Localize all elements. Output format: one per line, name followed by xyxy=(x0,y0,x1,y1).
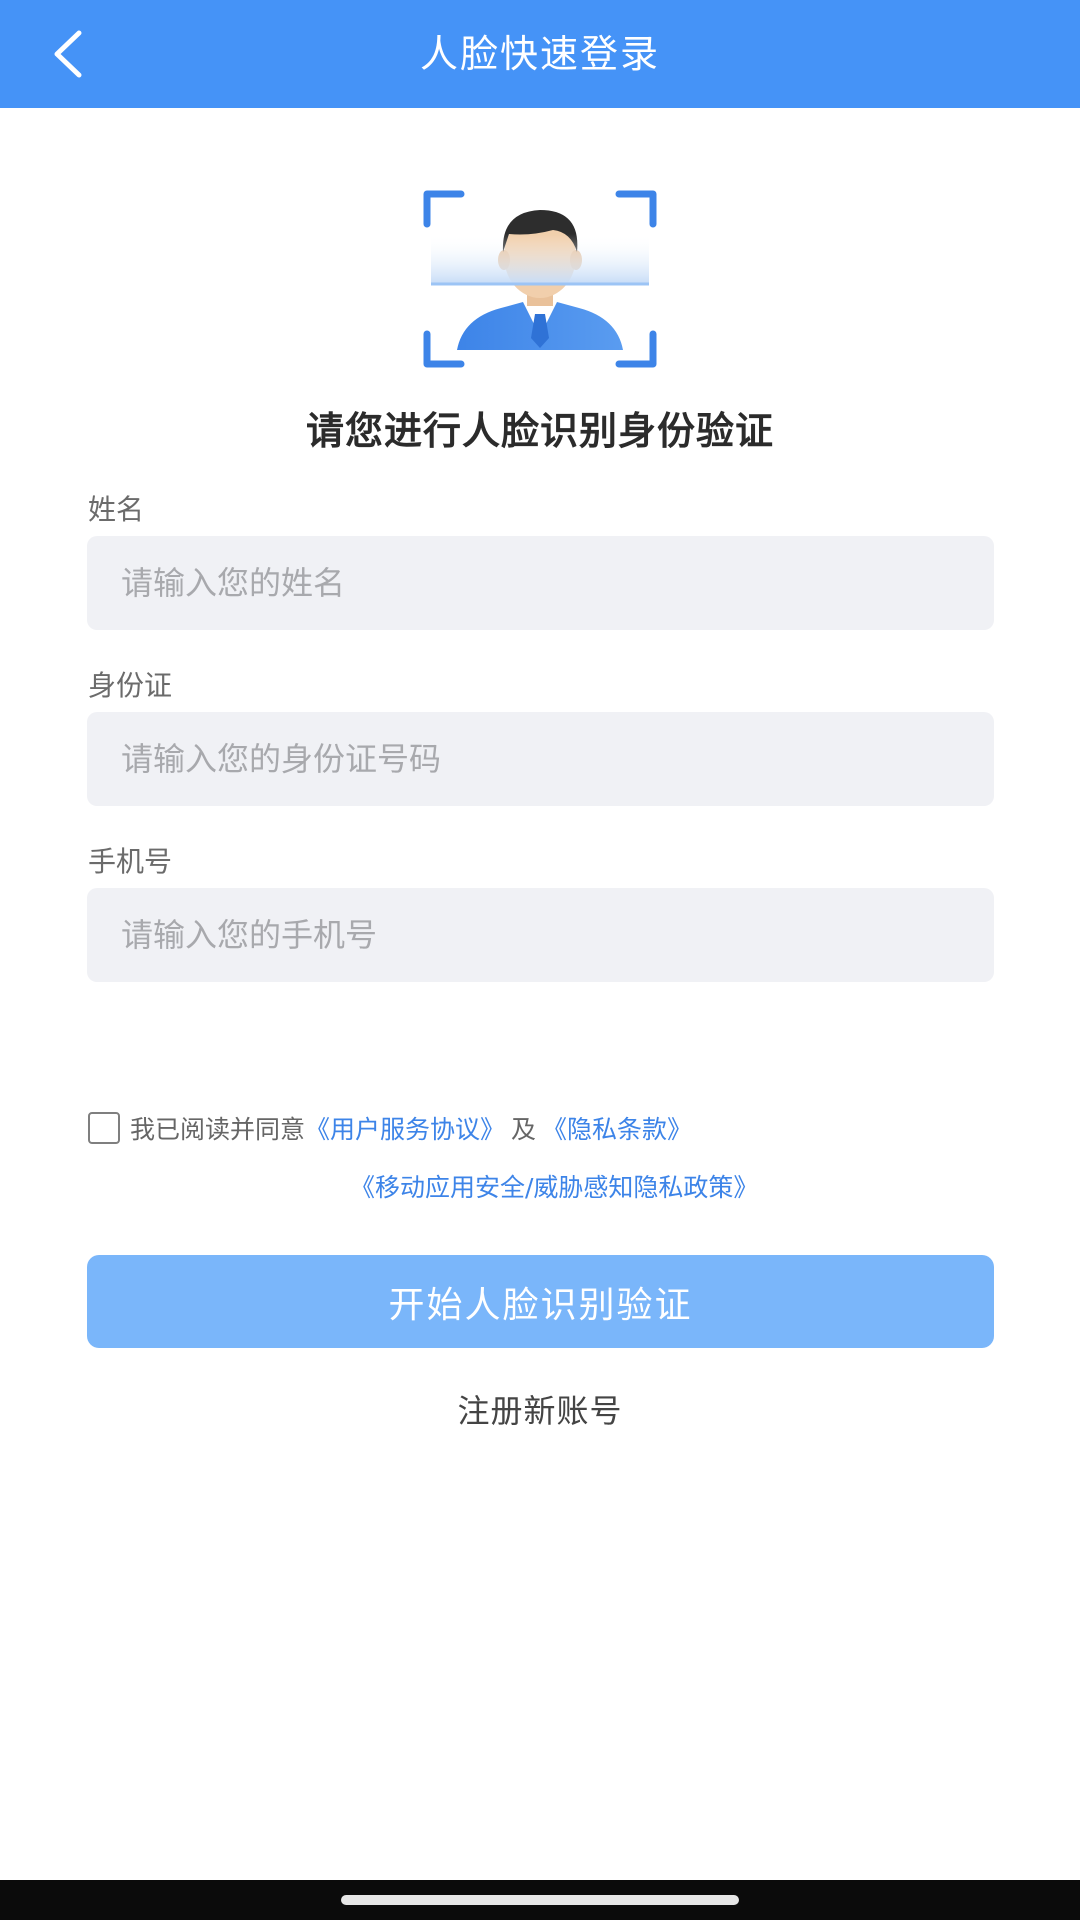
id-card-input[interactable] xyxy=(87,712,994,806)
register-link[interactable]: 注册新账号 xyxy=(0,1386,1080,1432)
page-title: 人脸快速登录 xyxy=(419,32,660,76)
user-agreement-link[interactable]: 《用户服务协议》 xyxy=(305,1110,505,1146)
security-policy-link[interactable]: 《移动应用安全/威胁感知隐私政策》 xyxy=(350,1173,758,1202)
login-page: 人脸快速登录 请您进行人脸识别身份验证 姓名 请输入您的姓名 身份证 请输入您的… xyxy=(0,0,1080,1920)
phone-label: 手机号 xyxy=(88,845,173,878)
start-face-verification-button[interactable]: 开始人脸识别验证 xyxy=(87,1255,994,1348)
app-header: 人脸快速登录 xyxy=(0,0,1080,108)
privacy-terms-link[interactable]: 《隐私条款》 xyxy=(542,1110,692,1146)
agreement-checkbox[interactable] xyxy=(88,1112,120,1144)
id-card-label: 身份证 xyxy=(88,669,173,702)
agreement-text: 我已阅读并同意 xyxy=(130,1115,306,1144)
gesture-bar xyxy=(0,1880,1080,1920)
name-input[interactable] xyxy=(87,536,994,630)
verification-prompt: 请您进行人脸识别身份验证 xyxy=(305,409,774,453)
face-scan-icon xyxy=(423,190,657,368)
home-indicator[interactable] xyxy=(341,1895,739,1905)
agreement-row-2: 《移动应用安全/威胁感知隐私政策》 xyxy=(350,1168,758,1204)
name-label: 姓名 xyxy=(88,493,145,526)
agreement-and: 及 xyxy=(511,1115,537,1144)
phone-input[interactable] xyxy=(87,888,994,982)
agreement-row: 我已阅读并同意 《用户服务协议》 及 《隐私条款》 xyxy=(88,1108,692,1148)
